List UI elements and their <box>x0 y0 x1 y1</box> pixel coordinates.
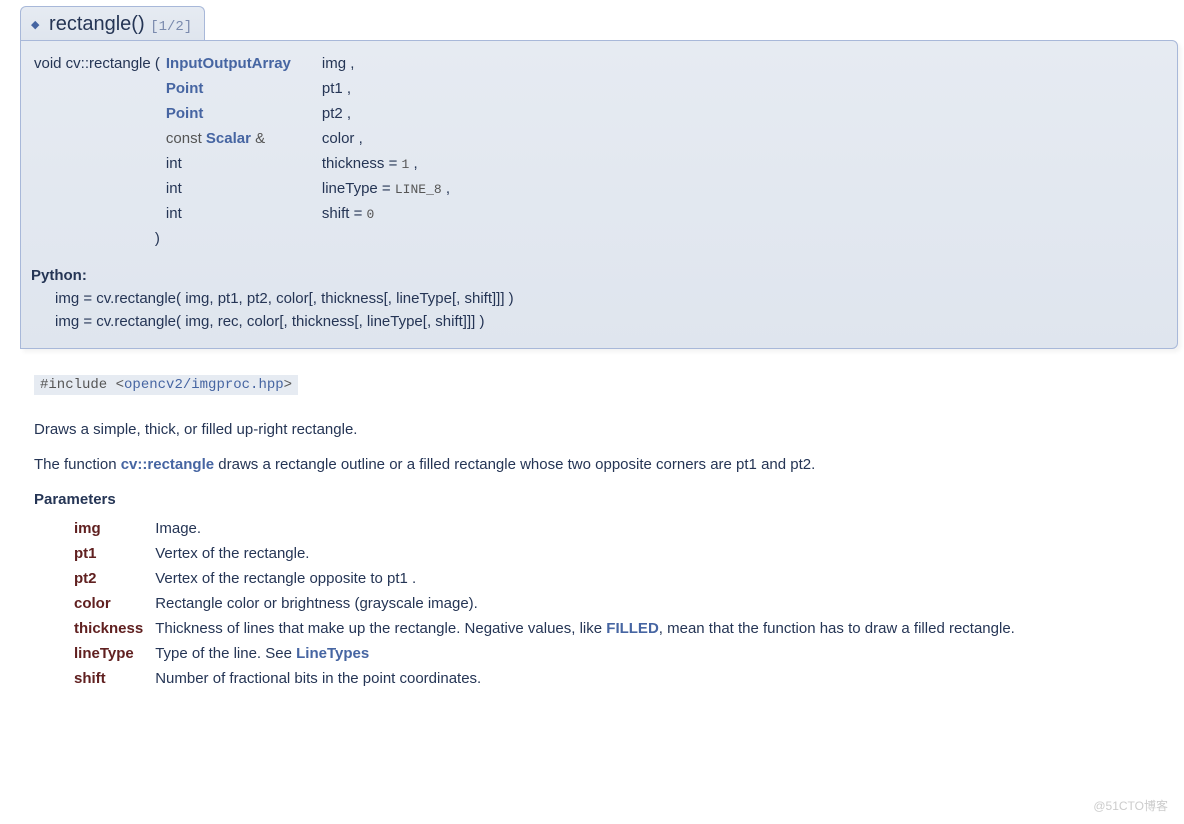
param-row-name: pt2 <box>68 566 149 591</box>
param-row-name: lineType <box>68 641 149 666</box>
desc-summary: Draws a simple, thick, or filled up-righ… <box>34 421 1164 438</box>
signature-row: void cv::rectangle ( InputOutputArray img… <box>31 51 453 76</box>
param-name-cell: lineType = LINE_8 , <box>319 176 453 201</box>
signature-qualifier: void cv::rectangle ( <box>31 51 163 76</box>
param-default: LINE_8 <box>395 182 442 197</box>
overload-index: [1/2] <box>150 19 192 35</box>
param-type: Point <box>163 101 319 126</box>
param-type: Point <box>163 76 319 101</box>
type-link[interactable]: Point <box>166 80 204 97</box>
type-link[interactable]: Point <box>166 105 204 122</box>
param-name-cell: shift = 0 <box>319 201 453 226</box>
param-desc-link[interactable]: FILLED <box>606 620 659 637</box>
param-name: thickness <box>322 155 385 172</box>
desc-detail: The function cv::rectangle draws a recta… <box>34 456 1164 473</box>
param-row-name: pt1 <box>68 541 149 566</box>
function-title: ◆ rectangle() [1/2] <box>20 6 205 40</box>
param-name-cell: thickness = 1 , <box>319 151 453 176</box>
param-row: shiftNumber of fractional bits in the po… <box>68 666 1021 691</box>
parameters-table: imgImage.pt1Vertex of the rectangle.pt2V… <box>68 516 1021 691</box>
python-label: Python: <box>31 267 1167 284</box>
signature-qualifier <box>31 151 163 176</box>
param-name-cell: pt1 , <box>319 76 453 101</box>
include-keyword: #include <box>40 377 116 393</box>
signature-qualifier <box>31 76 163 101</box>
signature-row: intshift = 0 <box>31 201 453 226</box>
include-directive: #include <opencv2/imgproc.hpp> <box>34 375 298 395</box>
signature-qualifier <box>31 201 163 226</box>
param-name-cell: color , <box>319 126 453 151</box>
param-name: lineType <box>322 180 378 197</box>
signature-qualifier <box>31 176 163 201</box>
param-row-desc: Vertex of the rectangle. <box>149 541 1021 566</box>
python-signature-line: img = cv.rectangle( img, rec, color[, th… <box>55 313 1167 330</box>
signature-row: Point pt1 , <box>31 76 453 101</box>
param-row-name: shift <box>68 666 149 691</box>
param-type: int <box>163 151 319 176</box>
signature-close: ) <box>31 226 163 251</box>
signature-qualifier <box>31 126 163 151</box>
param-row-desc: Type of the line. See LineTypes <box>149 641 1021 666</box>
watermark: @51CTO博客 <box>1093 797 1168 814</box>
python-signature-line: img = cv.rectangle( img, pt1, pt2, color… <box>55 290 1167 307</box>
diamond-icon: ◆ <box>31 19 39 31</box>
param-row-name: img <box>68 516 149 541</box>
param-type: InputOutputArray <box>163 51 319 76</box>
param-type: const Scalar & <box>163 126 319 151</box>
type-link[interactable]: InputOutputArray <box>166 55 291 72</box>
signature-qualifier <box>31 101 163 126</box>
param-name: color <box>322 130 355 147</box>
signature-row: intlineType = LINE_8 , <box>31 176 453 201</box>
param-row: imgImage. <box>68 516 1021 541</box>
param-name: shift <box>322 205 350 222</box>
param-desc-link[interactable]: LineTypes <box>296 645 369 662</box>
param-row: thicknessThickness of lines that make up… <box>68 616 1021 641</box>
param-row: pt1Vertex of the rectangle. <box>68 541 1021 566</box>
param-row-desc: Number of fractional bits in the point c… <box>149 666 1021 691</box>
param-row-desc: Thickness of lines that make up the rect… <box>149 616 1021 641</box>
include-path[interactable]: opencv2/imgproc.hpp <box>124 377 284 393</box>
param-row-desc: Rectangle color or brightness (grayscale… <box>149 591 1021 616</box>
param-row-desc: Vertex of the rectangle opposite to pt1 … <box>149 566 1021 591</box>
param-name-cell: pt2 , <box>319 101 453 126</box>
param-type: int <box>163 201 319 226</box>
signature-row: const Scalar &color , <box>31 126 453 151</box>
param-name: pt1 <box>322 80 343 97</box>
param-name-cell: img , <box>319 51 453 76</box>
signature-row: intthickness = 1 , <box>31 151 453 176</box>
param-row: lineTypeType of the line. See LineTypes <box>68 641 1021 666</box>
signature-row: Point pt2 , <box>31 101 453 126</box>
desc-link-rectangle[interactable]: cv::rectangle <box>121 456 214 473</box>
function-name: rectangle() <box>49 13 145 35</box>
param-name: pt2 <box>322 105 343 122</box>
type-link[interactable]: Scalar <box>206 130 251 147</box>
param-row-desc: Image. <box>149 516 1021 541</box>
param-row: pt2Vertex of the rectangle opposite to p… <box>68 566 1021 591</box>
param-row-name: thickness <box>68 616 149 641</box>
description: Draws a simple, thick, or filled up-righ… <box>34 421 1164 473</box>
param-name: img <box>322 55 346 72</box>
param-type: int <box>163 176 319 201</box>
signature-table: void cv::rectangle ( InputOutputArray img… <box>31 51 453 251</box>
python-section: Python: img = cv.rectangle( img, pt1, pt… <box>31 267 1167 330</box>
param-default: 0 <box>367 207 375 222</box>
signature-block: void cv::rectangle ( InputOutputArrayimg… <box>20 40 1178 349</box>
parameters-heading: Parameters <box>34 491 1178 508</box>
param-row: colorRectangle color or brightness (gray… <box>68 591 1021 616</box>
param-row-name: color <box>68 591 149 616</box>
